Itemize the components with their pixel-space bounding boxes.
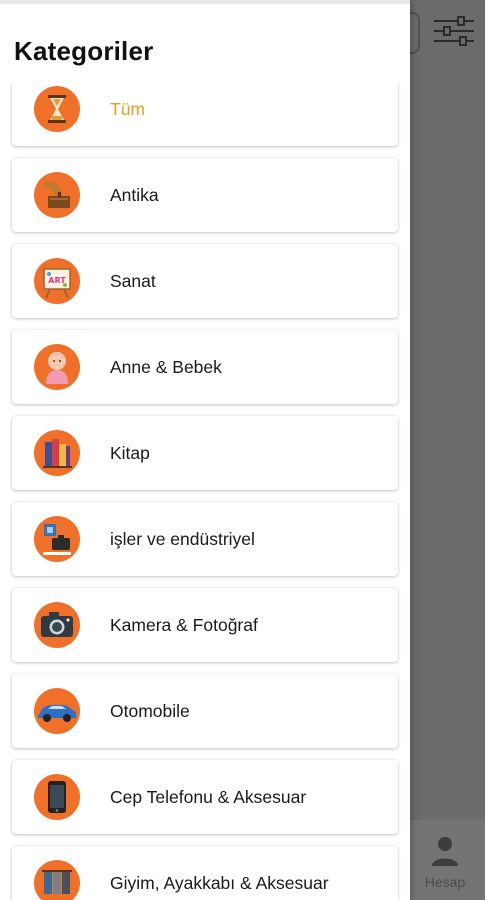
drawer-header: Kategoriler — [0, 4, 410, 84]
category-item-giyim[interactable]: Giyim, Ayakkabı & Aksesuar — [12, 846, 398, 900]
category-item-sanat[interactable]: ART Sanat — [12, 244, 398, 318]
category-label: Otomobile — [110, 701, 190, 721]
filter-sliders-icon[interactable] — [432, 14, 476, 48]
account-tab[interactable]: Hesap — [410, 830, 480, 894]
category-item-anne-bebek[interactable]: Anne & Bebek — [12, 330, 398, 404]
category-label: Kamera & Fotoğraf — [110, 615, 258, 635]
drawer-title: Kategoriler — [14, 36, 154, 66]
category-label: Antika — [110, 185, 159, 205]
category-item-kamera-fotograf[interactable]: Kamera & Fotoğraf — [12, 588, 398, 662]
art-easel-icon: ART — [34, 258, 80, 304]
books-icon — [34, 430, 80, 476]
category-item-isler-endustriyel[interactable]: işler ve endüstriyel — [12, 502, 398, 576]
category-item-otomobile[interactable]: Otomobile — [12, 674, 398, 748]
business-icon — [34, 516, 80, 562]
category-label: Sanat — [110, 271, 156, 291]
category-item-kitap[interactable]: Kitap — [12, 416, 398, 490]
account-tab-label: Hesap — [424, 874, 466, 890]
screen: Hesap Tüm Antika ART Sanat Anne & Bebek … — [0, 0, 485, 900]
clothing-icon — [34, 860, 80, 900]
status-bar-strip — [0, 0, 410, 4]
person-icon — [432, 837, 458, 866]
category-label: Anne & Bebek — [110, 357, 222, 377]
category-label: işler ve endüstriyel — [110, 529, 255, 549]
category-item-antika[interactable]: Antika — [12, 158, 398, 232]
car-icon — [34, 688, 80, 734]
category-drawer: Tüm Antika ART Sanat Anne & Bebek Kitap … — [0, 0, 410, 900]
camera-icon — [34, 602, 80, 648]
category-label: Giyim, Ayakkabı & Aksesuar — [110, 873, 329, 893]
hourglass-icon — [34, 86, 80, 132]
baby-icon — [34, 344, 80, 390]
category-item-cep-telefonu[interactable]: Cep Telefonu & Aksesuar — [12, 760, 398, 834]
smartphone-icon — [34, 774, 80, 820]
gramophone-icon — [34, 172, 80, 218]
category-label: Kitap — [110, 443, 150, 463]
category-label: Cep Telefonu & Aksesuar — [110, 787, 307, 807]
